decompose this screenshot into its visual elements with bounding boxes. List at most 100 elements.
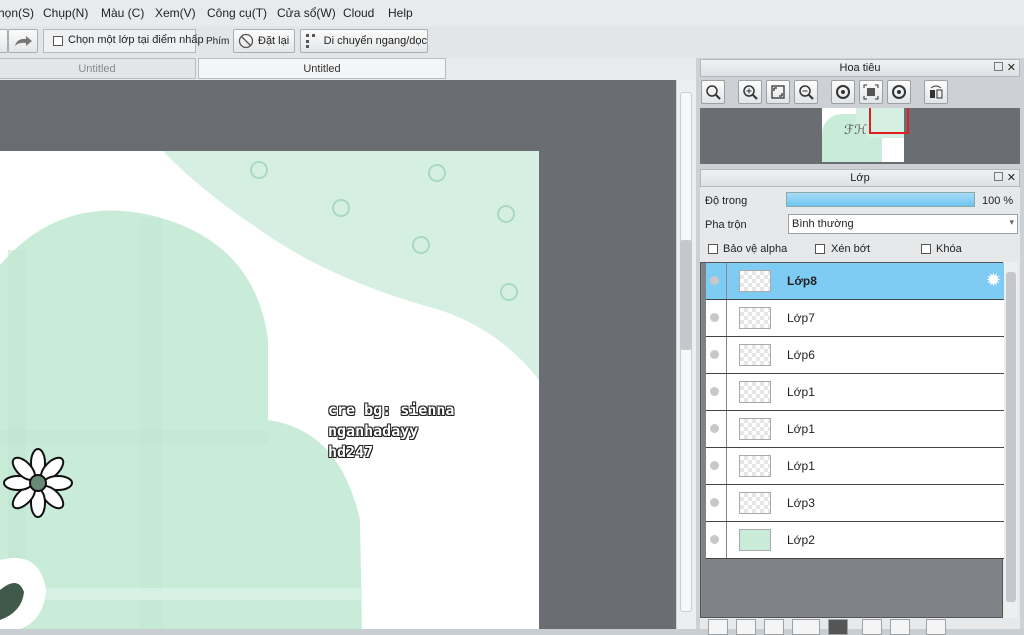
layer-row[interactable]: Lớp1 <box>706 411 1004 448</box>
document-tabs: Untitled Untitled <box>0 58 696 80</box>
undo-button[interactable] <box>0 29 8 53</box>
layer-list-scrollbar[interactable] <box>1004 262 1018 618</box>
menu-tools[interactable]: Công cụ(T) <box>207 6 267 20</box>
opacity-value: 100 % <box>982 195 1014 207</box>
delete-layer-button[interactable] <box>926 619 946 635</box>
nav-zoom-actual-button[interactable] <box>701 80 725 104</box>
scroll-thumb[interactable] <box>680 240 692 350</box>
select-layer-option[interactable]: Chọn một lớp tại điểm nhấp <box>43 29 204 53</box>
canvas-scrollbar[interactable] <box>676 80 696 629</box>
visibility-toggle[interactable] <box>710 313 719 322</box>
redo-button[interactable] <box>8 29 38 53</box>
new-layer-copy-button[interactable] <box>736 619 756 635</box>
close-icon[interactable]: ✕ <box>1007 60 1016 76</box>
navigator-view-rect[interactable] <box>869 108 909 134</box>
navigator-preview-area[interactable]: ℱℋ <box>700 108 1020 164</box>
menu-window[interactable]: Cửa sổ(W) <box>277 6 336 20</box>
menu-capture[interactable]: Chụp(N) <box>43 6 88 20</box>
layer-row[interactable]: Lớp1 <box>706 448 1004 485</box>
menu-color[interactable]: Màu (C) <box>101 6 144 20</box>
artwork-canvas[interactable] <box>0 80 676 629</box>
menu-select[interactable]: họn(S) <box>0 6 34 20</box>
protect-alpha-label: Bảo vệ alpha <box>723 243 788 255</box>
layer-row[interactable]: Lớp1 <box>706 374 1004 411</box>
reset-label: Đặt lại <box>258 35 290 47</box>
move-direction-button[interactable]: Di chuyển ngang/dọc <box>300 29 428 53</box>
opacity-slider[interactable] <box>786 192 975 207</box>
layer-thumbnail <box>739 381 771 403</box>
visibility-toggle[interactable] <box>710 498 719 507</box>
nav-flip-button[interactable] <box>924 80 948 104</box>
layer-thumbnail <box>739 529 771 551</box>
visibility-toggle[interactable] <box>710 387 719 396</box>
layer-name: Lớp6 <box>787 348 815 362</box>
layer-panel: Độ trong 100 % Pha trộn Bình thường ▾ Bả… <box>700 187 1020 635</box>
clipping-checkbox[interactable] <box>815 244 825 254</box>
magnifier-icon <box>706 85 721 100</box>
float-icon[interactable] <box>994 172 1003 181</box>
tab-untitled-2[interactable]: Untitled <box>198 58 446 79</box>
visibility-toggle[interactable] <box>710 276 719 285</box>
center-icon <box>863 84 879 100</box>
layer-row[interactable]: Lớp8 ✹ <box>706 263 1004 300</box>
visibility-toggle[interactable] <box>710 535 719 544</box>
layer-row[interactable]: Lớp3 <box>706 485 1004 522</box>
nav-rotate-right-button[interactable] <box>887 80 911 104</box>
layer-thumbnail <box>739 492 771 514</box>
rotate-right-icon <box>892 85 906 99</box>
nav-zoom-out-button[interactable] <box>794 80 818 104</box>
nav-rotate-left-button[interactable] <box>831 80 855 104</box>
nav-fit-button[interactable] <box>766 80 790 104</box>
layer-thumbnail <box>739 307 771 329</box>
opacity-label: Độ trong <box>705 195 748 207</box>
credit-line-2: nganhadayy <box>328 422 419 440</box>
gear-icon[interactable]: ✹ <box>986 271 1001 289</box>
chevron-down-icon: ▾ <box>1009 217 1014 227</box>
layer-list: Lớp8 ✹ Lớp7 Lớp6 Lớp1 Lớp1 Lớp1 Lớp3 Lớp… <box>700 262 1004 618</box>
layer-name: Lớp1 <box>787 459 815 473</box>
merge-layer-button[interactable] <box>890 619 910 635</box>
protect-alpha-checkbox[interactable] <box>708 244 718 254</box>
zoom-out-icon <box>799 85 814 100</box>
layer-row[interactable]: Lớp7 <box>706 300 1004 337</box>
close-icon[interactable]: ✕ <box>1007 170 1016 186</box>
new-layer-button[interactable] <box>708 619 728 635</box>
layer-name: Lớp3 <box>787 496 815 510</box>
new-layer-menu-button[interactable] <box>792 619 820 635</box>
visibility-toggle[interactable] <box>710 424 719 433</box>
fit-screen-icon <box>771 85 785 99</box>
clipping-label: Xén bớt <box>831 243 871 255</box>
nav-zoom-in-button[interactable] <box>738 80 762 104</box>
menu-cloud[interactable]: Cloud <box>343 6 374 20</box>
menu-view[interactable]: Xem(V) <box>155 6 196 20</box>
layer-row[interactable]: Lớp6 <box>706 337 1004 374</box>
layer-thumbnail <box>739 270 771 292</box>
layer-thumbnail <box>739 344 771 366</box>
visibility-toggle[interactable] <box>710 350 719 359</box>
canvas-area[interactable]: cre bg: sienna nganhadayy hd247 <box>0 80 676 629</box>
select-layer-checkbox[interactable] <box>53 36 63 46</box>
move-label: Di chuyển ngang/dọc <box>323 35 427 47</box>
menu-help[interactable]: Help <box>388 6 413 20</box>
new-folder-button[interactable] <box>828 619 848 635</box>
move-grid-icon <box>306 34 315 48</box>
layer-name: Lớp1 <box>787 422 815 436</box>
layer-name: Lớp7 <box>787 311 815 325</box>
duplicate-layer-button[interactable] <box>862 619 882 635</box>
layer-row[interactable]: Lớp2 <box>706 522 1004 559</box>
no-entry-icon <box>238 33 254 49</box>
nav-reset-button[interactable] <box>859 80 883 104</box>
visibility-toggle[interactable] <box>710 461 719 470</box>
scroll-thumb[interactable] <box>1006 272 1016 602</box>
right-panels: Hoa tiêu ✕ ℱℋ Lớp ✕ Độ trong 100 % Pha t… <box>696 58 1024 635</box>
select-layer-label: Chọn một lớp tại điểm nhấp <box>68 34 204 46</box>
tab-untitled-1[interactable]: Untitled <box>0 58 196 79</box>
lock-checkbox[interactable] <box>921 244 931 254</box>
blend-mode-select[interactable]: Bình thường ▾ <box>788 214 1018 234</box>
new-layer-fill-button[interactable] <box>764 619 784 635</box>
reset-button[interactable]: Đặt lại <box>233 29 295 53</box>
float-icon[interactable] <box>994 62 1003 71</box>
layer-name: Lớp8 <box>787 274 817 288</box>
blend-label: Pha trộn <box>705 219 747 231</box>
layer-panel-header: Lớp ✕ <box>700 169 1020 187</box>
